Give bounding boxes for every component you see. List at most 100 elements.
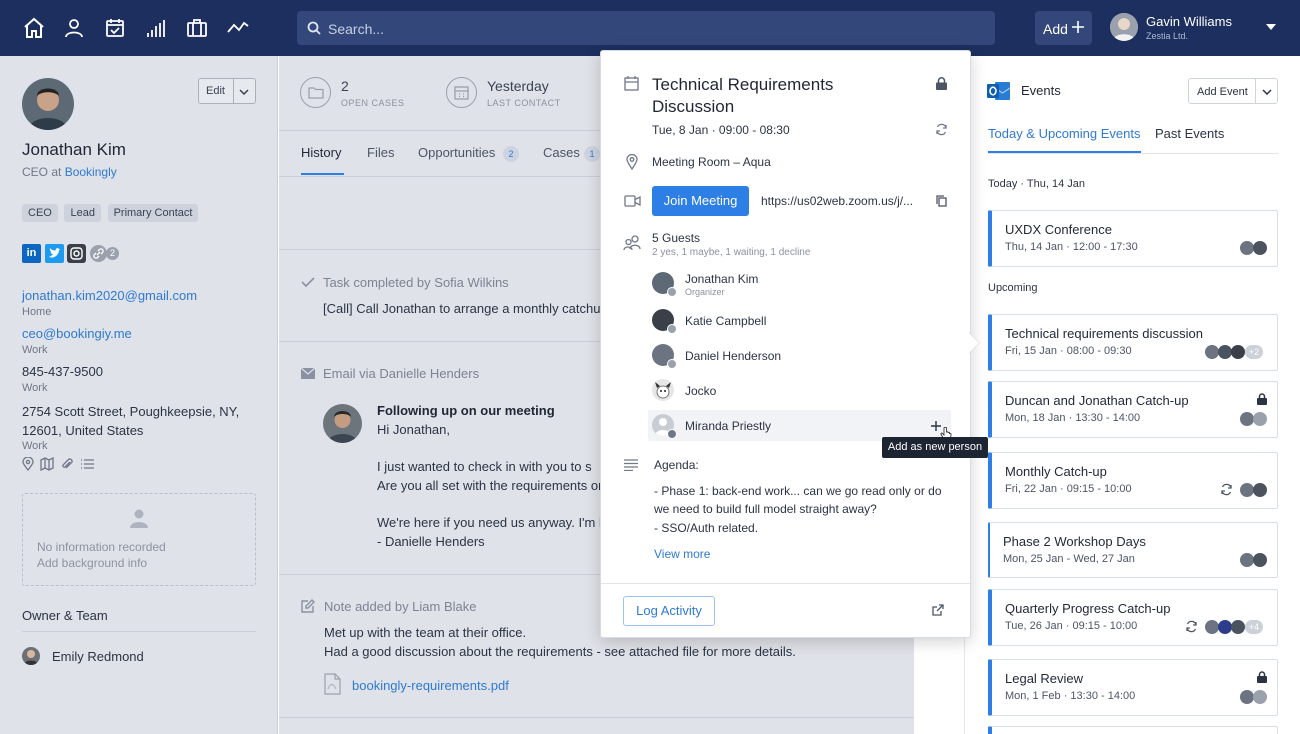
event-title: Technical Requirements Discussion — [652, 74, 833, 118]
guest-name[interactable]: Daniel Henderson — [685, 349, 781, 363]
background-info-empty[interactable]: No information recorded Add background i… — [22, 493, 256, 586]
note-line-2: Had a good discussion about the requirem… — [324, 644, 796, 659]
guest-role: Organizer — [685, 287, 725, 297]
chevron-down-icon[interactable] — [239, 89, 249, 95]
event-time: Mon, 18 Jan · 13:30 - 14:00 — [1005, 412, 1141, 424]
owner-team-heading: Owner & Team — [22, 608, 108, 623]
search-input[interactable]: Search... — [297, 11, 995, 45]
list-icon[interactable] — [80, 458, 94, 470]
event-time: Fri, 15 Jan · 08:00 - 09:30 — [1005, 345, 1132, 357]
address: 2754 Scott Street, Poughkeepsie, NY, 126… — [22, 402, 239, 440]
event-title-line-1: Technical Requirements — [652, 75, 834, 94]
owner-name[interactable]: Emily Redmond — [52, 649, 144, 664]
trend-line-icon[interactable] — [226, 16, 250, 40]
attendee-avatar — [1240, 690, 1254, 704]
events-title: Events — [1021, 83, 1061, 98]
email-signature: - Danielle Henders — [377, 534, 485, 549]
tab-past-events[interactable]: Past Events — [1155, 126, 1224, 141]
note-line-1: Met up with the team at their office. — [324, 625, 527, 640]
top-navigation-bar: Search... Add Gavin Williams Zestia Ltd. — [0, 0, 1300, 56]
divider — [601, 583, 970, 584]
add-button[interactable]: Add — [1035, 11, 1092, 45]
instagram-icon[interactable] — [67, 244, 86, 263]
tab-files[interactable]: Files — [367, 145, 394, 160]
calendar-check-icon[interactable] — [103, 16, 127, 40]
add-event-button[interactable]: Add Event — [1188, 78, 1278, 104]
tag-ceo[interactable]: CEO — [22, 204, 58, 222]
cases-count-badge: 1 — [584, 146, 600, 162]
bar-chart-icon[interactable] — [144, 16, 168, 40]
guest-avatar-dog — [652, 379, 674, 401]
last-contact-label: LAST CONTACT — [487, 98, 561, 108]
map-icon[interactable] — [40, 457, 54, 471]
agenda-line-1: - Phase 1: back-end work... can we go re… — [654, 484, 942, 498]
view-more-link[interactable]: View more — [654, 547, 710, 561]
guest-name[interactable]: Jocko — [685, 384, 716, 398]
copy-icon[interactable] — [936, 195, 947, 207]
plus-icon — [1072, 21, 1084, 33]
home-icon[interactable] — [22, 16, 46, 40]
bg-add-link[interactable]: Add background info — [37, 556, 147, 570]
guest-name[interactable]: Miranda Priestly — [685, 419, 771, 433]
email-line-1: I just wanted to check in with you to s — [377, 459, 592, 474]
attendee-avatar — [1240, 483, 1254, 497]
contact-name: Jonathan Kim — [22, 140, 126, 159]
twitter-icon[interactable] — [45, 244, 64, 263]
add-person-tooltip: Add as new person — [882, 437, 988, 458]
company-link[interactable]: Bookingly — [65, 165, 117, 179]
email-subject[interactable]: Following up on our meeting — [377, 403, 555, 418]
event-card[interactable]: UXDX Conference Thu, 14 Jan · 12:00 - 17… — [988, 210, 1278, 267]
tag-primary-contact[interactable]: Primary Contact — [107, 204, 199, 222]
active-tab-indicator — [301, 173, 344, 175]
briefcase-icon[interactable] — [185, 16, 209, 40]
event-card[interactable]: Duncan and Jonathan Catch-up Mon, 18 Jan… — [988, 381, 1278, 438]
bg-empty-text: No information recorded — [37, 540, 166, 554]
social-more-badge[interactable]: 2 — [106, 247, 119, 260]
calendar-icon — [446, 77, 477, 108]
task-body: [Call] Call Jonathan to arrange a monthl… — [323, 301, 608, 316]
pdf-file-icon — [324, 673, 341, 695]
event-title: Duncan and Jonathan Catch-up — [1005, 393, 1189, 408]
contact-sidebar: Edit Jonathan Kim CEO at Bookingly CEO L… — [0, 56, 278, 734]
join-meeting-button[interactable]: Join Meeting — [652, 186, 749, 216]
event-card[interactable] — [988, 726, 1278, 734]
phone-number[interactable]: 845-437-9500 — [22, 364, 103, 379]
guest-name[interactable]: Jonathan Kim — [685, 272, 758, 286]
external-link-icon[interactable] — [932, 604, 944, 616]
more-attendees-badge: +4 — [1245, 620, 1263, 634]
event-card[interactable]: Legal Review Mon, 1 Feb · 13:30 - 14:00 — [988, 659, 1278, 716]
event-title: Phase 2 Workshop Days — [1003, 534, 1146, 549]
chevron-down-icon[interactable] — [1262, 89, 1272, 95]
recurring-icon — [1220, 483, 1233, 496]
log-activity-button[interactable]: Log Activity — [623, 596, 715, 626]
link-icon[interactable] — [90, 245, 107, 262]
event-card-selected[interactable]: Technical requirements discussion Fri, 1… — [988, 314, 1278, 371]
attachment-link[interactable]: bookingly-requirements.pdf — [352, 678, 509, 693]
tab-history[interactable]: History — [301, 145, 341, 160]
outlook-icon — [987, 80, 1011, 102]
people-icon[interactable] — [62, 16, 86, 40]
event-card[interactable]: Quarterly Progress Catch-up Tue, 26 Jan … — [988, 589, 1278, 646]
email-work-link[interactable]: ceo@bookingiy.me — [22, 326, 132, 341]
event-title: Monthly Catch-up — [1005, 464, 1107, 479]
event-card[interactable]: Monthly Catch-up Fri, 22 Jan · 09:15 - 1… — [988, 452, 1278, 509]
open-cases-count: 2 — [341, 78, 349, 94]
guest-name[interactable]: Katie Campbell — [685, 314, 766, 328]
tag-lead[interactable]: Lead — [64, 204, 101, 222]
attendee-avatar — [1205, 620, 1219, 634]
map-pin-icon[interactable] — [22, 457, 34, 471]
meeting-url[interactable]: https://us02web.zoom.us/j/... — [761, 194, 913, 208]
owner-avatar — [22, 647, 40, 665]
task-header: Task completed by Sofia Wilkins — [323, 275, 509, 290]
tab-cases[interactable]: Cases — [543, 145, 580, 160]
edit-button[interactable]: Edit — [198, 78, 256, 104]
user-menu[interactable]: Gavin Williams Zestia Ltd. — [1110, 10, 1280, 46]
linkedin-icon[interactable]: in — [22, 244, 41, 263]
paperclip-icon[interactable] — [61, 457, 73, 471]
checkmark-icon — [301, 277, 315, 288]
event-card[interactable]: Phase 2 Workshop Days Mon, 25 Jan - Wed,… — [988, 522, 1278, 578]
tab-today-upcoming[interactable]: Today & Upcoming Events — [988, 126, 1140, 141]
tab-opportunities[interactable]: Opportunities — [418, 145, 495, 160]
address-type: Work — [22, 440, 48, 452]
email-home-link[interactable]: jonathan.kim2020@gmail.com — [22, 288, 197, 303]
